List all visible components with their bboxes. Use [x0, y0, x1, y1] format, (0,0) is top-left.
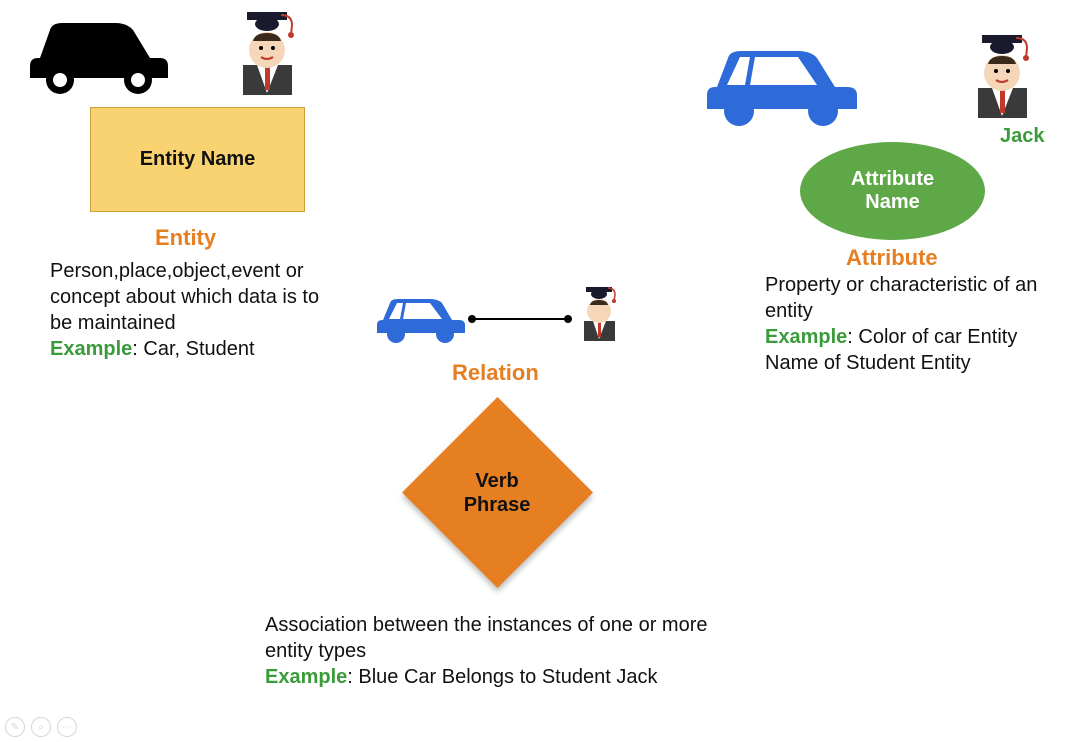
attribute-ellipse-line2: Name: [865, 191, 919, 214]
car-blue-icon-2: [370, 290, 470, 351]
entity-box-label: Entity Name: [140, 148, 256, 171]
attribute-description-block: Property or characteristic of an entity …: [765, 272, 1075, 376]
attribute-ellipse-line1: Attribute: [851, 168, 934, 191]
entity-section-label: Entity: [155, 225, 216, 251]
jack-label: Jack: [1000, 125, 1045, 148]
pen-icon[interactable]: ✎: [5, 717, 25, 737]
zoom-icon[interactable]: ⌕: [31, 717, 51, 737]
diamond-line2: Phrase: [464, 494, 531, 516]
attribute-description: Property or characteristic of an entity: [765, 274, 1037, 322]
relation-dot-left: [468, 315, 476, 323]
attribute-example-label: Example: [765, 326, 847, 348]
entity-description: Person,place,object,event or concept abo…: [50, 260, 319, 334]
entity-name-box: Entity Name: [90, 107, 305, 212]
relation-example-text: : Blue Car Belongs to Student Jack: [347, 666, 657, 688]
relation-line: [470, 318, 570, 320]
student-icon-1: [225, 5, 310, 105]
student-icon-2: [960, 28, 1045, 128]
diamond-line1: Verb: [476, 470, 519, 492]
bottom-controls: ✎ ⌕ ⋯: [5, 717, 77, 737]
attribute-ellipse: Attribute Name: [800, 142, 985, 240]
relation-example-label: Example: [265, 666, 347, 688]
entity-example-text: : Car, Student: [132, 338, 254, 360]
relation-dot-right: [564, 315, 572, 323]
more-icon[interactable]: ⋯: [57, 717, 77, 737]
relation-description: Association between the instances of one…: [265, 614, 707, 662]
relation-description-block: Association between the instances of one…: [265, 612, 735, 690]
relation-diamond: Verb Phrase: [402, 397, 593, 588]
car-blue-icon-1: [695, 35, 865, 135]
entity-description-block: Person,place,object,event or concept abo…: [50, 258, 345, 362]
attribute-section-label: Attribute: [846, 245, 938, 271]
relation-section-label: Relation: [452, 360, 539, 386]
student-icon-3: [572, 282, 627, 349]
car-black-icon: [20, 8, 175, 103]
entity-example-label: Example: [50, 338, 132, 360]
